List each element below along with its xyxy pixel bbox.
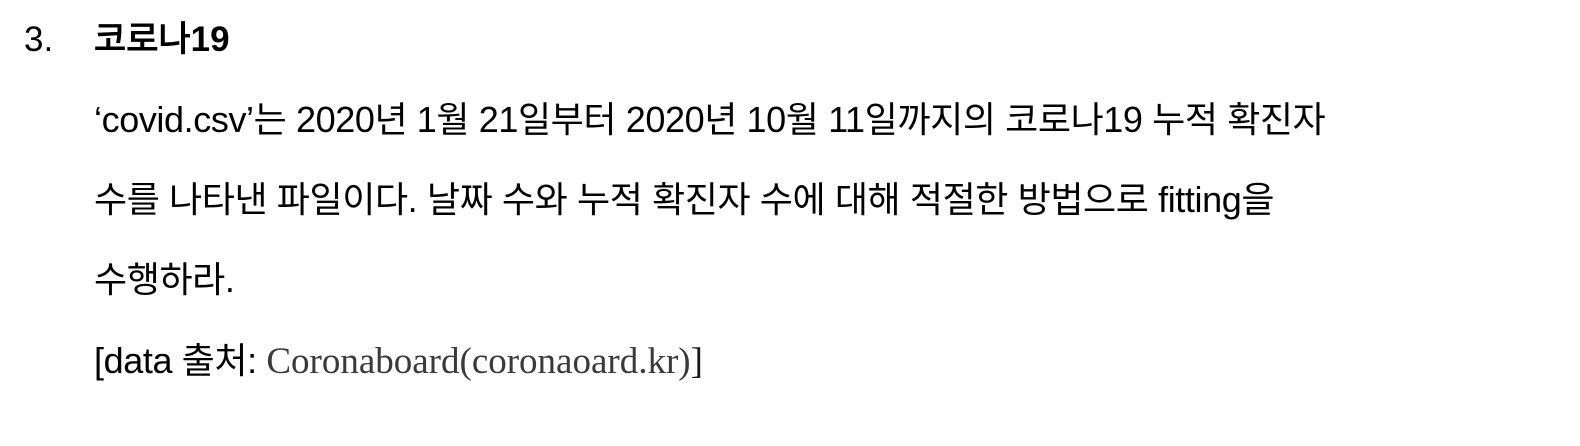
data-source-citation: [data 출처: Coronaboard(coronaoard.kr)]	[94, 331, 703, 391]
data-source-name: Coronaboard(coronaoard.kr)	[266, 341, 691, 382]
problem-heading: 3. 코로나19	[24, 12, 230, 68]
problem-text-line-1: ‘covid.csv’는 2020년 1월 21일부터 2020년 10월 11…	[94, 99, 1326, 140]
data-source-prefix: [data 출처:	[94, 340, 267, 381]
problem-text-line-2: 수를 나타낸 파일이다. 날짜 수와 누적 확진자 수에 대해 적절한 방법으로…	[94, 179, 1275, 220]
data-source-suffix: ]	[690, 341, 703, 382]
problem-title: 코로나19	[94, 20, 230, 59]
problem-text-line-3: 수행하라.	[94, 259, 235, 300]
document-page: 3. 코로나19 ‘covid.csv’는 2020년 1월 21일부터 202…	[0, 0, 1580, 446]
problem-number: 3.	[24, 20, 54, 59]
